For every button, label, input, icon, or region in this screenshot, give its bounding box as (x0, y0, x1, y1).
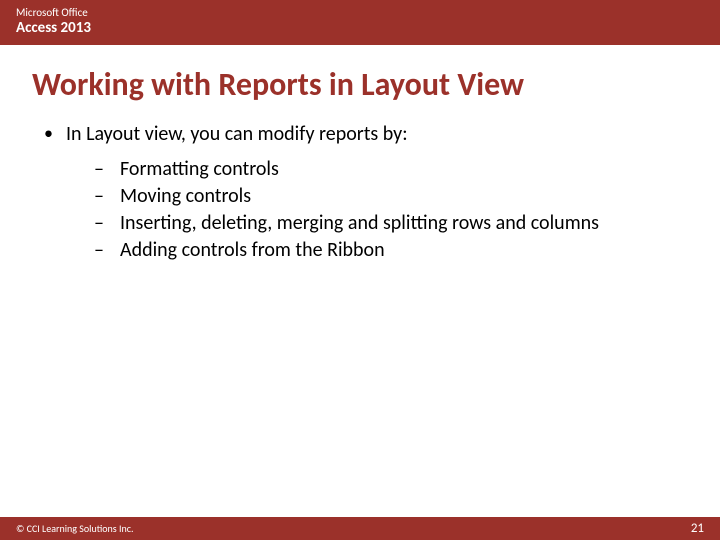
main-bullet: In Layout view, you can modify reports b… (40, 122, 688, 146)
list-item: Inserting, deleting, merging and splitti… (94, 210, 688, 237)
list-item: Adding controls from the Ribbon (94, 237, 688, 264)
footer-copyright: © CCI Learning Solutions Inc. (16, 522, 134, 535)
sub-bullet-list: Formatting controls Moving controls Inse… (40, 156, 688, 264)
list-item: Formatting controls (94, 156, 688, 183)
header-product-name: Access 2013 (16, 19, 704, 37)
slide-content: In Layout view, you can modify reports b… (0, 122, 720, 264)
header-product-line: Microsoft Office (16, 6, 704, 19)
slide-title: Working with Reports in Layout View (0, 45, 720, 122)
footer-page-number: 21 (691, 521, 704, 536)
slide-header: Microsoft Office Access 2013 (0, 0, 720, 45)
list-item: Moving controls (94, 183, 688, 210)
slide-footer: © CCI Learning Solutions Inc. 21 (0, 517, 720, 540)
